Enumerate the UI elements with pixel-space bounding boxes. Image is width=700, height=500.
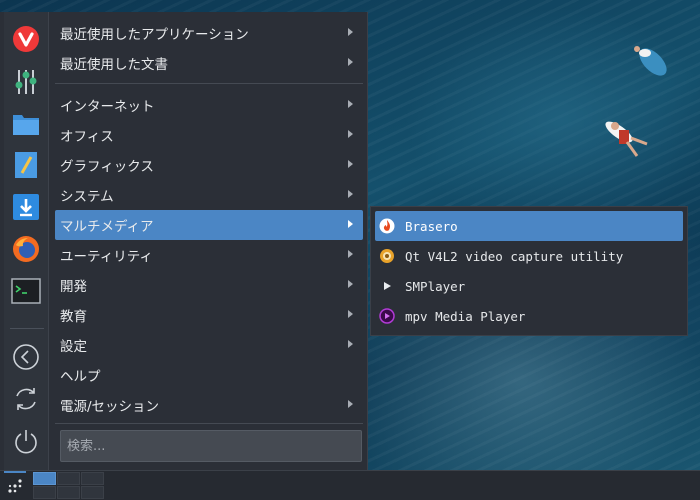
lock-screen-icon[interactable] bbox=[10, 341, 42, 373]
taskbar bbox=[0, 470, 700, 500]
sidebar-divider bbox=[10, 328, 44, 329]
chevron-right-icon bbox=[348, 400, 353, 408]
surfer-image bbox=[634, 46, 667, 76]
submenu-item-label: SMPlayer bbox=[405, 278, 466, 294]
vivaldi-icon[interactable] bbox=[10, 23, 42, 55]
submenu-item-brasero[interactable]: Brasero bbox=[375, 211, 683, 241]
submenu-item-label: Qt V4L2 video capture utility bbox=[405, 248, 624, 264]
desktop-6[interactable] bbox=[81, 486, 104, 499]
text-editor-icon[interactable] bbox=[10, 149, 42, 181]
menu-item-development[interactable]: 開発 bbox=[55, 270, 363, 300]
chevron-right-icon bbox=[348, 340, 353, 348]
menu-item-label: 教育 bbox=[60, 309, 87, 325]
submenu-item-label: Brasero bbox=[405, 218, 458, 234]
power-icon[interactable] bbox=[10, 425, 42, 457]
menu-item-multimedia[interactable]: マルチメディア bbox=[55, 210, 363, 240]
menu-item-system[interactable]: システム bbox=[55, 180, 363, 210]
desktop-5[interactable] bbox=[57, 486, 80, 499]
menu-item-help[interactable]: ヘルプ bbox=[55, 360, 363, 390]
menu-item-office[interactable]: オフィス bbox=[55, 120, 363, 150]
terminal-icon[interactable] bbox=[10, 275, 42, 307]
menu-item-label: ヘルプ bbox=[60, 369, 101, 385]
menu-item-graphics[interactable]: グラフィックス bbox=[55, 150, 363, 180]
desktop-4[interactable] bbox=[33, 486, 56, 499]
submenu-item-mpv[interactable]: mpv Media Player bbox=[375, 301, 683, 331]
settings-mixer-icon[interactable] bbox=[10, 66, 42, 98]
chevron-right-icon bbox=[348, 310, 353, 318]
menu-divider bbox=[55, 423, 363, 424]
submenu-item-smplayer[interactable]: SMPlayer bbox=[375, 271, 683, 301]
download-icon[interactable] bbox=[10, 191, 42, 223]
menu-item-label: グラフィックス bbox=[60, 159, 154, 175]
desktop-2[interactable] bbox=[57, 472, 80, 485]
search-input[interactable] bbox=[60, 430, 362, 462]
firefox-icon[interactable] bbox=[10, 233, 42, 265]
menu-item-education[interactable]: 教育 bbox=[55, 300, 363, 330]
chevron-right-icon bbox=[348, 250, 353, 258]
menu-item-recent-apps[interactable]: 最近使用したアプリケーション bbox=[55, 18, 363, 48]
menu-item-label: 設定 bbox=[60, 339, 87, 355]
submenu-item-label: mpv Media Player bbox=[405, 308, 526, 324]
menu-item-label: インターネット bbox=[60, 99, 155, 115]
brasero-icon bbox=[379, 218, 395, 234]
menu-item-label: 開発 bbox=[60, 279, 87, 295]
launcher-icon bbox=[8, 479, 22, 493]
desktop-pager bbox=[33, 472, 105, 500]
menu-item-label: 最近使用したアプリケーション bbox=[60, 27, 249, 43]
chevron-right-icon bbox=[348, 220, 353, 228]
application-launcher-button[interactable] bbox=[2, 472, 28, 500]
menu-divider bbox=[55, 83, 363, 84]
folder-icon[interactable] bbox=[10, 108, 42, 140]
menu-item-label: オフィス bbox=[60, 129, 114, 145]
smplayer-icon bbox=[379, 278, 395, 294]
menu-item-label: システム bbox=[60, 189, 114, 205]
desktop-1[interactable] bbox=[33, 472, 56, 485]
chevron-right-icon bbox=[348, 160, 353, 168]
menu-item-utilities[interactable]: ユーティリティ bbox=[55, 240, 363, 270]
multimedia-submenu: Brasero Qt V4L2 video capture utility SM… bbox=[370, 206, 688, 336]
mpv-icon bbox=[379, 308, 395, 324]
chevron-right-icon bbox=[348, 28, 353, 36]
menu-item-settings[interactable]: 設定 bbox=[55, 330, 363, 360]
menu-item-label: 電源/セッション bbox=[60, 399, 160, 415]
application-menu: 最近使用したアプリケーション 最近使用した文書 インターネット オフィス グラフ… bbox=[0, 12, 368, 470]
desktop-3[interactable] bbox=[81, 472, 104, 485]
chevron-right-icon bbox=[348, 130, 353, 138]
submenu-item-qv4l2[interactable]: Qt V4L2 video capture utility bbox=[375, 241, 683, 271]
surfer-image bbox=[605, 121, 648, 157]
logout-icon[interactable] bbox=[10, 383, 42, 415]
favorites-sidebar bbox=[4, 12, 49, 470]
menu-item-recent-docs[interactable]: 最近使用した文書 bbox=[55, 48, 363, 78]
menu-item-power-session[interactable]: 電源/セッション bbox=[55, 390, 363, 420]
menu-item-label: ユーティリティ bbox=[60, 249, 153, 265]
chevron-right-icon bbox=[348, 58, 353, 66]
menu-item-label: 最近使用した文書 bbox=[60, 57, 168, 73]
chevron-right-icon bbox=[348, 100, 353, 108]
qv4l2-icon bbox=[379, 248, 395, 264]
menu-item-internet[interactable]: インターネット bbox=[55, 90, 363, 120]
chevron-right-icon bbox=[348, 190, 353, 198]
chevron-right-icon bbox=[348, 280, 353, 288]
menu-item-label: マルチメディア bbox=[60, 219, 154, 235]
